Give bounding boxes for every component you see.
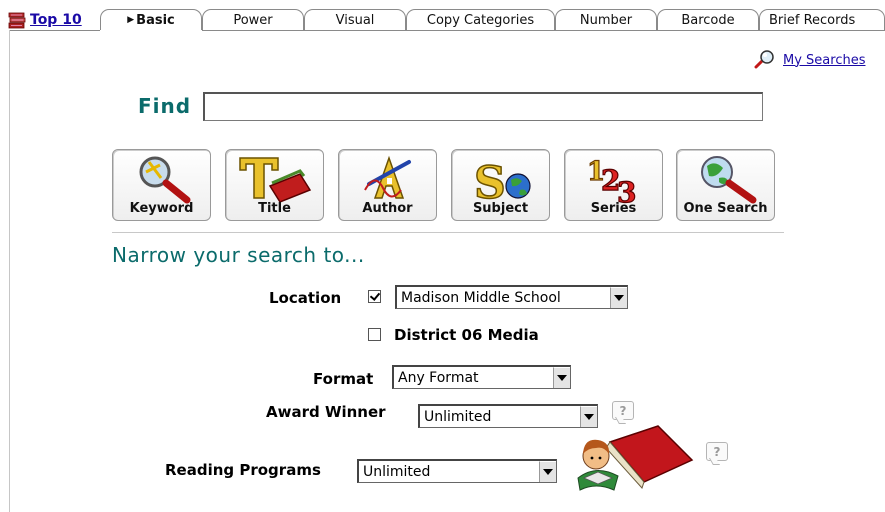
tab-barcode-label: Barcode [681,12,735,28]
award-winner-select[interactable]: Unlimited [418,404,598,428]
title-label: Title [258,201,291,216]
find-input[interactable] [203,92,763,121]
format-label: Format [313,370,374,388]
top-10-link[interactable]: Top 10 [8,10,82,30]
reading-programs-help-icon[interactable]: ? [706,442,728,461]
author-pen-icon [364,155,411,199]
format-select[interactable]: Any Format [392,365,571,389]
tab-basic-label: Basic [136,12,175,28]
series-label: Series [590,201,637,216]
location-label: Location [269,289,342,307]
title-book-icon [239,157,312,203]
my-searches-label[interactable]: My Searches [783,53,865,68]
award-winner-label: Award Winner [266,403,386,421]
tab-visual[interactable]: Visual [304,9,406,30]
chevron-down-icon[interactable] [553,367,570,388]
tab-baseline-right [202,30,885,31]
tab-number[interactable]: Number [555,9,657,30]
content-left-border [9,30,10,512]
author-search-button[interactable]: Author [338,149,437,221]
location-select-value: Madison Middle School [401,289,561,306]
location-checkbox[interactable] [368,290,381,303]
narrow-heading: Narrow your search to... [112,243,365,267]
one-search-globe-icon [701,156,757,204]
keyword-search-button[interactable]: Keyword [112,149,211,221]
svg-text:S: S [474,158,506,206]
reading-child-book-icon [577,425,694,491]
top-10-label[interactable]: Top 10 [30,12,82,28]
district-label: District 06 Media [394,326,539,344]
award-help-icon[interactable]: ? [612,401,634,420]
location-select[interactable]: Madison Middle School [395,285,628,309]
tab-basic[interactable]: ▶ Basic [100,9,202,30]
reading-programs-select-value: Unlimited [363,463,431,480]
author-label: Author [362,201,413,216]
tab-copy-categories[interactable]: Copy Categories [406,9,555,30]
find-label: Find [138,94,192,118]
subject-globe-icon: S [473,157,531,206]
district-checkbox[interactable] [368,328,381,341]
one-search-label: One Search [683,201,768,216]
keyword-label: Keyword [129,201,194,216]
title-search-button[interactable]: Title [225,149,324,221]
tab-power[interactable]: Power [202,9,304,30]
tab-brief-records-label: Brief Records [769,12,856,28]
magnifier-icon [754,50,774,69]
section-divider [112,232,784,233]
tab-visual-label: Visual [335,12,375,28]
books-stack-icon [8,12,26,28]
tab-copy-categories-label: Copy Categories [426,12,535,28]
tab-number-label: Number [579,12,633,28]
series-search-button[interactable]: 1 2 3 Series [564,149,663,221]
format-select-value: Any Format [398,369,479,386]
tab-baseline-left [9,30,100,31]
reading-programs-select[interactable]: Unlimited [357,459,557,483]
tab-power-label: Power [233,12,273,28]
tab-brief-records[interactable]: Brief Records [759,9,885,30]
one-search-button[interactable]: One Search [676,149,775,221]
reading-programs-label: Reading Programs [165,461,321,479]
tab-barcode[interactable]: Barcode [657,9,759,30]
my-searches-link[interactable]: My Searches [752,50,865,70]
keyword-magnifier-icon [139,156,191,204]
tab-active-arrow-icon: ▶ [127,15,135,25]
chevron-down-icon[interactable] [610,287,627,308]
chevron-down-icon[interactable] [539,461,556,482]
subject-search-button[interactable]: S Subject [451,149,550,221]
series-123-icon: 1 2 3 [586,156,637,206]
award-winner-select-value: Unlimited [424,408,492,425]
subject-label: Subject [472,201,529,216]
search-tab-bar: Top 10 ▶ Basic Power Visual Copy Categor… [0,0,885,34]
